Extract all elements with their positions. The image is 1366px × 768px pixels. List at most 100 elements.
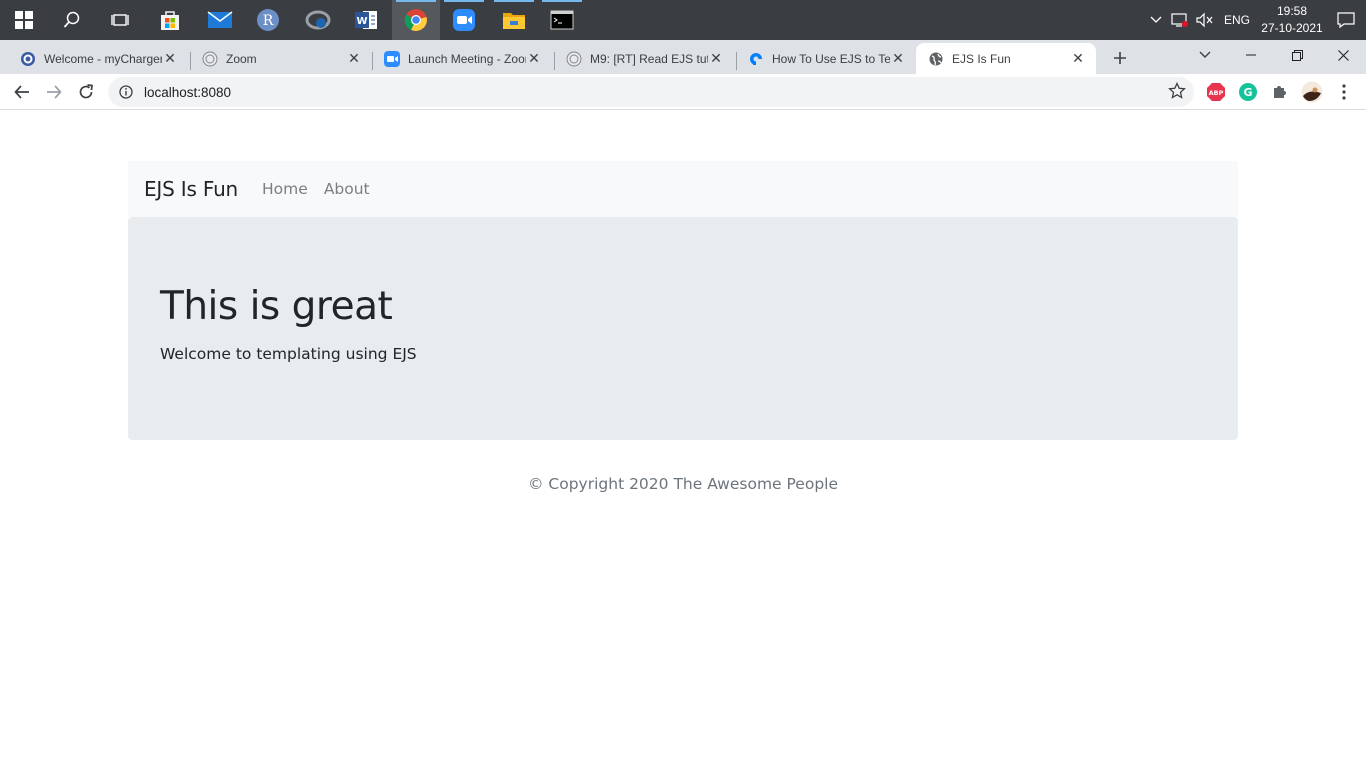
browser-tab[interactable]: Welcome - myCharger ✕: [8, 43, 188, 74]
forward-button[interactable]: [38, 76, 70, 108]
tab-close-icon[interactable]: ✕: [708, 50, 724, 67]
task-view-button[interactable]: [96, 0, 144, 40]
arrow-right-icon: [47, 85, 62, 99]
windows-logo-icon: [15, 11, 33, 29]
grammarly-extension-button[interactable]: G: [1236, 80, 1260, 104]
word-icon: W: [355, 11, 377, 29]
puzzle-icon: [1274, 86, 1286, 98]
site-info-button[interactable]: [108, 85, 144, 99]
extensions-button[interactable]: [1268, 80, 1292, 104]
tab-title: M9: [RT] Read EJS tutorial: [590, 51, 708, 66]
bookmark-button[interactable]: [1168, 81, 1186, 105]
zoom-icon: [453, 9, 475, 31]
svg-text:W: W: [356, 16, 367, 27]
taskbar-chrome[interactable]: [392, 0, 440, 40]
site-navbar: EJS Is Fun Home About: [128, 161, 1238, 217]
taskbar-word[interactable]: W: [342, 0, 390, 40]
zoom-seal-favicon-icon: [202, 51, 218, 67]
taskbar-file-explorer[interactable]: [490, 0, 538, 40]
grammarly-label: G: [1243, 86, 1252, 99]
browser-tab[interactable]: How To Use EJS to Template ✕: [736, 43, 916, 74]
r-icon: R: [257, 9, 279, 31]
restore-button[interactable]: [1274, 40, 1320, 70]
nav-link-home[interactable]: Home: [262, 180, 308, 198]
adblock-label: ABP: [1209, 89, 1224, 97]
network-icon: [1171, 13, 1188, 27]
network-tray-button[interactable]: [1168, 0, 1192, 40]
system-tray: ENG 19:58 27-10-2021: [1144, 0, 1366, 40]
volume-tray-button[interactable]: [1192, 0, 1216, 40]
chevron-down-icon: [1199, 51, 1211, 58]
clock[interactable]: 19:58 27-10-2021: [1258, 3, 1326, 37]
grammarly-icon: G: [1239, 83, 1257, 101]
tab-title: Launch Meeting - Zoom: [408, 51, 526, 66]
reload-icon: [79, 84, 93, 99]
folder-icon: [503, 13, 525, 29]
windows-taskbar: R W ENG 19:58 27-10-2021: [0, 0, 1366, 40]
arrow-left-icon: [14, 85, 29, 99]
taskbar-store[interactable]: [146, 0, 194, 40]
star-icon: [1168, 81, 1186, 99]
search-icon: [63, 11, 80, 28]
taskbar-zoom[interactable]: [440, 0, 488, 40]
browser-tab[interactable]: Launch Meeting - Zoom ✕: [372, 43, 552, 74]
start-button[interactable]: [0, 0, 48, 40]
clock-date: 27-10-2021: [1261, 21, 1323, 35]
web-page: EJS Is Fun Home About This is great Welc…: [0, 111, 1366, 768]
browser-tab[interactable]: Zoom ✕: [190, 43, 372, 74]
volume-muted-icon: [1196, 12, 1213, 28]
jumbotron: This is great Welcome to templating usin…: [128, 217, 1238, 440]
tab-close-icon[interactable]: ✕: [526, 50, 542, 67]
taskbar-mail[interactable]: [196, 0, 244, 40]
adblock-extension-button[interactable]: ABP: [1204, 80, 1228, 104]
nav-link-about[interactable]: About: [324, 180, 370, 198]
address-bar[interactable]: localhost:8080: [108, 77, 1194, 107]
chrome-icon: [404, 9, 427, 31]
search-button[interactable]: [48, 0, 96, 40]
tab-close-icon[interactable]: ✕: [346, 50, 362, 67]
terminal-icon: [550, 10, 574, 30]
show-hidden-icons-button[interactable]: [1144, 0, 1168, 40]
taskbar-r[interactable]: R: [244, 0, 292, 40]
svg-text:R: R: [263, 13, 274, 29]
restore-icon: [1291, 49, 1303, 61]
tab-close-icon[interactable]: ✕: [890, 50, 906, 67]
reload-button[interactable]: [70, 76, 102, 108]
chevron-up-icon: [1150, 16, 1162, 23]
navbar-brand[interactable]: EJS Is Fun: [144, 177, 238, 201]
clock-time: 19:58: [1276, 4, 1308, 18]
taskbar-command-prompt[interactable]: [538, 0, 586, 40]
adblock-plus-icon: ABP: [1207, 83, 1225, 101]
running-indicator: [444, 0, 484, 2]
tab-title: How To Use EJS to Template: [772, 51, 890, 66]
page-footer: © Copyright 2020 The Awesome People: [527, 475, 839, 493]
info-icon: [119, 85, 133, 99]
tab-close-icon[interactable]: ✕: [1070, 50, 1086, 67]
profile-button[interactable]: [1300, 80, 1324, 104]
minimize-button[interactable]: [1228, 40, 1274, 70]
browser-toolbar: localhost:8080 ABP G: [0, 74, 1366, 110]
action-center-button[interactable]: [1326, 0, 1366, 40]
zoom-favicon-icon: [384, 50, 400, 67]
tab-search-button[interactable]: [1182, 40, 1228, 70]
store-icon: [161, 11, 179, 30]
tab-close-icon[interactable]: ✕: [162, 50, 178, 67]
seal-favicon-icon: [566, 51, 582, 67]
page-heading: This is great: [160, 284, 393, 329]
digitalocean-favicon-icon: [748, 51, 764, 67]
browser-tab-active[interactable]: EJS Is Fun ✕: [916, 43, 1096, 74]
input-language[interactable]: ENG: [1216, 13, 1258, 27]
back-button[interactable]: [6, 76, 38, 108]
chrome-menu-button[interactable]: [1332, 80, 1356, 104]
page-container: EJS Is Fun Home About This is great Welc…: [128, 161, 1238, 440]
globe-favicon-icon: [928, 51, 944, 67]
task-view-icon: [111, 14, 129, 26]
url-text[interactable]: localhost:8080: [144, 85, 231, 100]
close-window-button[interactable]: [1320, 40, 1366, 70]
minimize-icon: [1246, 54, 1256, 56]
taskbar-rstudio[interactable]: [294, 0, 342, 40]
new-tab-button[interactable]: [1106, 44, 1134, 72]
browser-tab[interactable]: M9: [RT] Read EJS tutorial ✕: [554, 43, 734, 74]
plus-icon: [1114, 52, 1126, 64]
mail-icon: [207, 11, 233, 28]
